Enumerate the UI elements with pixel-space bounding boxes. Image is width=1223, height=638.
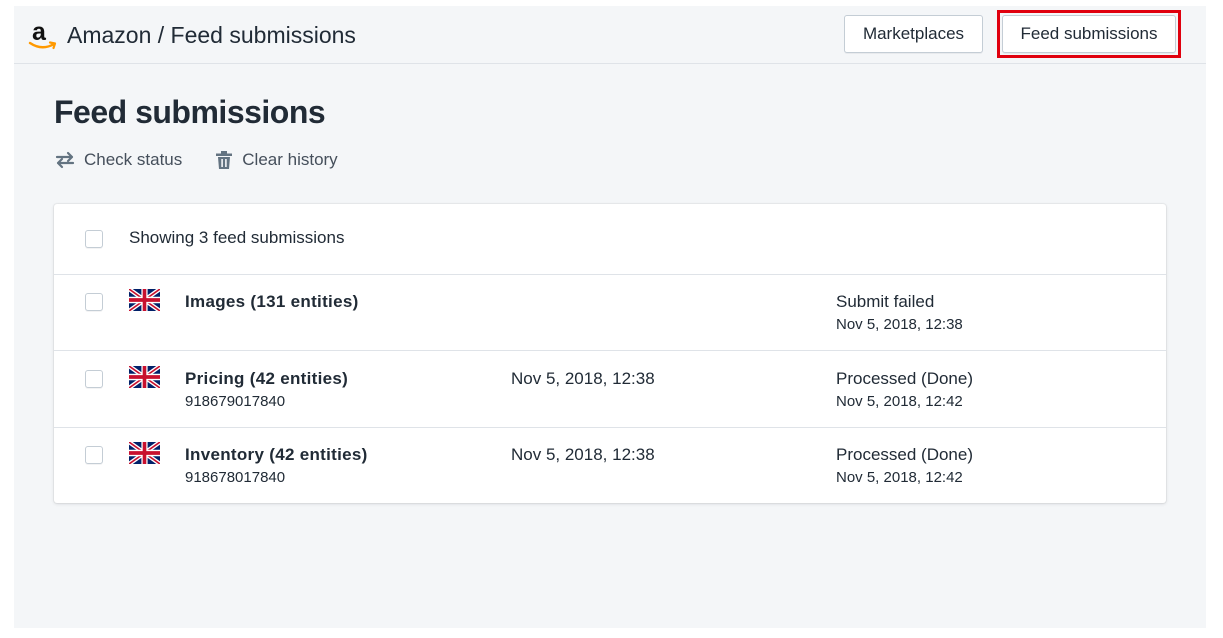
brand: a Amazon / Feed submissions xyxy=(28,18,356,54)
marketplaces-button[interactable]: Marketplaces xyxy=(844,15,983,53)
row-checkbox[interactable] xyxy=(85,370,103,388)
feed-status: Processed (Done) xyxy=(836,445,974,464)
check-status-button[interactable]: Check status xyxy=(54,150,182,170)
feed-name: Pricing (42 entities) xyxy=(185,369,349,388)
uk-flag-icon xyxy=(129,289,160,311)
status-time: Nov 5, 2018, 12:38 xyxy=(836,316,963,333)
check-status-label: Check status xyxy=(84,150,183,169)
feed-status: Processed (Done) xyxy=(836,369,974,388)
feed-id: 918679017840 xyxy=(185,393,286,410)
clear-history-button[interactable]: Clear history xyxy=(214,150,338,170)
refresh-arrows-icon xyxy=(55,151,75,169)
app-window: a Amazon / Feed submissions Marketplaces… xyxy=(14,6,1206,628)
submitted-date: Nov 5, 2018, 12:38 xyxy=(511,369,655,388)
status-time: Nov 5, 2018, 12:42 xyxy=(836,393,963,410)
feed-id: 918678017840 xyxy=(185,469,286,486)
feed-submissions-button[interactable]: Feed submissions xyxy=(1002,15,1176,53)
feed-name: Images (131 entities) xyxy=(185,292,359,311)
row-checkbox[interactable] xyxy=(85,293,103,311)
amazon-logo-icon: a xyxy=(28,18,58,54)
uk-flag-icon xyxy=(129,366,160,388)
list-header: Showing 3 feed submissions xyxy=(54,204,1166,275)
trash-icon xyxy=(216,151,233,169)
page-actions: Check status Clear history xyxy=(54,150,370,170)
top-bar: a Amazon / Feed submissions Marketplaces… xyxy=(14,6,1206,64)
breadcrumb-title: Amazon / Feed submissions xyxy=(67,22,356,48)
submitted-date: Nov 5, 2018, 12:38 xyxy=(511,445,655,464)
uk-flag-icon xyxy=(129,442,160,464)
clear-history-label: Clear history xyxy=(242,150,338,169)
list-summary: Showing 3 feed submissions xyxy=(129,228,345,247)
table-row: Pricing (42 entities) 918679017840 Nov 5… xyxy=(54,351,1166,428)
feed-name: Inventory (42 entities) xyxy=(185,445,368,464)
row-checkbox[interactable] xyxy=(85,446,103,464)
table-row: Inventory (42 entities) 918678017840 Nov… xyxy=(54,427,1166,503)
status-time: Nov 5, 2018, 12:42 xyxy=(836,469,963,486)
page-title: Feed submissions xyxy=(54,94,326,130)
table-row: Images (131 entities) Submit failed Nov … xyxy=(54,274,1166,351)
feed-submissions-card: Showing 3 feed submissions Images (131 e… xyxy=(54,204,1166,503)
select-all-checkbox[interactable] xyxy=(85,230,103,248)
feed-status: Submit failed xyxy=(836,292,935,311)
